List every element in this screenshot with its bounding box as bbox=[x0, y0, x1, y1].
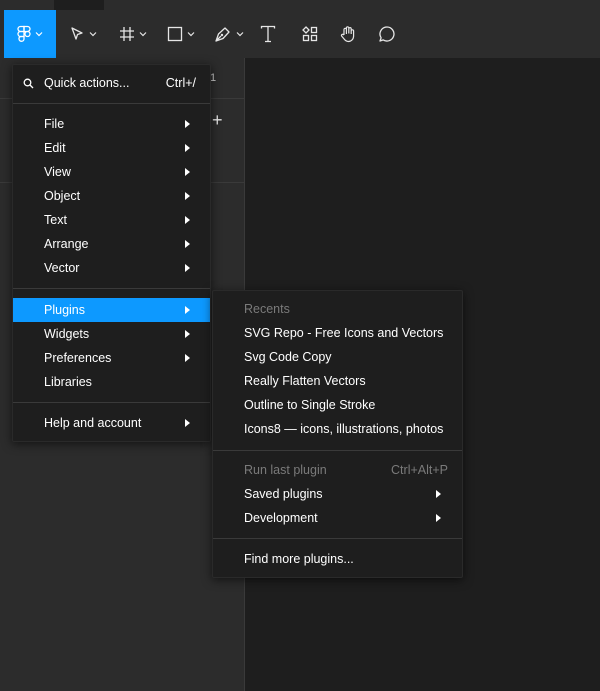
submenu-arrow-icon bbox=[185, 240, 190, 248]
chevron-down-icon bbox=[187, 32, 195, 37]
menu-item-label: Edit bbox=[44, 141, 66, 155]
menu-item-preferences[interactable]: Preferences bbox=[13, 346, 210, 370]
submenu-item-find-more-plugins[interactable]: Find more plugins... bbox=[213, 547, 462, 571]
pen-tool-button[interactable] bbox=[208, 10, 250, 58]
comment-tool-button[interactable] bbox=[372, 10, 402, 58]
menu-item-label: Libraries bbox=[44, 375, 92, 389]
menu-item-quick-actions[interactable]: Quick actions... Ctrl+/ bbox=[13, 71, 210, 95]
rectangle-icon bbox=[167, 26, 183, 42]
menu-item-widgets[interactable]: Widgets bbox=[13, 322, 210, 346]
submenu-arrow-icon bbox=[185, 120, 190, 128]
submenu-item-label: Svg Code Copy bbox=[244, 350, 332, 364]
submenu-item-recent-plugin[interactable]: Svg Code Copy bbox=[213, 345, 462, 369]
plugins-submenu: Recents SVG Repo - Free Icons and Vector… bbox=[212, 290, 463, 578]
main-menu-button[interactable] bbox=[4, 10, 56, 58]
submenu-item-label: Icons8 — icons, illustrations, photos bbox=[244, 422, 444, 436]
submenu-arrow-icon bbox=[185, 168, 190, 176]
pen-icon bbox=[215, 27, 230, 42]
submenu-item-run-last-plugin: Run last plugin Ctrl+Alt+P bbox=[213, 458, 462, 482]
menu-item-label: Help and account bbox=[44, 416, 142, 430]
submenu-arrow-icon bbox=[185, 354, 190, 362]
submenu-arrow-icon bbox=[185, 144, 190, 152]
chevron-down-icon bbox=[236, 32, 244, 37]
submenu-item-label: Find more plugins... bbox=[244, 552, 354, 566]
text-tool-button[interactable] bbox=[254, 10, 282, 58]
menu-item-shortcut: Ctrl+/ bbox=[165, 76, 196, 90]
submenu-arrow-icon bbox=[185, 264, 190, 272]
frame-icon bbox=[120, 27, 134, 41]
toolbar bbox=[0, 10, 600, 59]
menu-item-label: Vector bbox=[44, 261, 80, 275]
submenu-separator bbox=[213, 538, 462, 539]
menu-item-help-and-account[interactable]: Help and account bbox=[13, 411, 210, 435]
submenu-item-shortcut: Ctrl+Alt+P bbox=[391, 463, 448, 477]
submenu-item-label: Really Flatten Vectors bbox=[244, 374, 366, 388]
submenu-item-recent-plugin[interactable]: Really Flatten Vectors bbox=[213, 369, 462, 393]
menu-item-plugins[interactable]: Plugins bbox=[13, 298, 210, 322]
submenu-item-label: Saved plugins bbox=[244, 487, 323, 501]
submenu-separator bbox=[213, 450, 462, 451]
text-icon bbox=[260, 25, 276, 43]
submenu-arrow-icon bbox=[185, 306, 190, 314]
submenu-item-label: SVG Repo - Free Icons and Vectors bbox=[244, 326, 444, 340]
menu-separator bbox=[13, 103, 210, 104]
menu-item-arrange[interactable]: Arrange bbox=[13, 232, 210, 256]
submenu-item-label: Run last plugin bbox=[244, 463, 327, 477]
submenu-item-saved-plugins[interactable]: Saved plugins bbox=[213, 482, 462, 506]
resources-button[interactable] bbox=[296, 10, 324, 58]
chevron-down-icon bbox=[35, 32, 43, 37]
comment-icon bbox=[379, 26, 395, 42]
chevron-down-icon bbox=[139, 32, 147, 37]
menu-item-label: Quick actions... bbox=[44, 76, 130, 90]
menu-item-label: Object bbox=[44, 189, 81, 203]
submenu-item-recent-plugin[interactable]: Outline to Single Stroke bbox=[213, 393, 462, 417]
submenu-arrow-icon bbox=[185, 330, 190, 338]
figma-main-menu-icon bbox=[17, 25, 31, 42]
menu-item-text[interactable]: Text bbox=[13, 208, 210, 232]
menu-item-label: Plugins bbox=[44, 303, 85, 317]
submenu-arrow-icon bbox=[185, 419, 190, 427]
menu-item-vector[interactable]: Vector bbox=[13, 256, 210, 280]
hand-icon bbox=[340, 26, 355, 43]
top-strip-segment bbox=[0, 0, 54, 10]
menu-item-label: Preferences bbox=[44, 351, 112, 365]
menu-item-libraries[interactable]: Libraries bbox=[13, 370, 210, 394]
menu-item-file[interactable]: File bbox=[13, 112, 210, 136]
submenu-arrow-icon bbox=[436, 514, 441, 522]
menu-item-edit[interactable]: Edit bbox=[13, 136, 210, 160]
submenu-arrow-icon bbox=[185, 192, 190, 200]
plus-icon[interactable]: + bbox=[212, 110, 223, 131]
move-tool-button[interactable] bbox=[62, 10, 104, 58]
submenu-item-label: Recents bbox=[244, 302, 290, 316]
submenu-item-label: Development bbox=[244, 511, 318, 525]
menu-item-label: Arrange bbox=[44, 237, 89, 251]
menu-item-object[interactable]: Object bbox=[13, 184, 210, 208]
top-strip bbox=[0, 0, 600, 10]
top-strip-segment bbox=[104, 0, 600, 10]
shape-tool-button[interactable] bbox=[160, 10, 202, 58]
submenu-arrow-icon bbox=[436, 490, 441, 498]
submenu-item-development[interactable]: Development bbox=[213, 506, 462, 530]
resources-icon bbox=[302, 26, 318, 42]
menu-item-label: File bbox=[44, 117, 65, 131]
menu-item-label: View bbox=[44, 165, 71, 179]
chevron-down-icon bbox=[89, 32, 97, 37]
submenu-item-recent-plugin[interactable]: SVG Repo - Free Icons and Vectors bbox=[213, 321, 462, 345]
menu-separator bbox=[13, 288, 210, 289]
search-icon bbox=[23, 78, 34, 88]
hand-tool-button[interactable] bbox=[334, 10, 362, 58]
main-menu: Quick actions... Ctrl+/ File Edit View O… bbox=[12, 64, 211, 442]
menu-item-view[interactable]: View bbox=[13, 160, 210, 184]
submenu-item-label: Outline to Single Stroke bbox=[244, 398, 376, 412]
menu-item-label: Text bbox=[44, 213, 67, 227]
frame-tool-button[interactable] bbox=[112, 10, 154, 58]
submenu-header-recents: Recents bbox=[213, 297, 462, 321]
submenu-item-recent-plugin[interactable]: Icons8 — icons, illustrations, photos bbox=[213, 417, 462, 441]
move-pointer-icon bbox=[71, 27, 83, 40]
menu-item-label: Widgets bbox=[44, 327, 90, 341]
menu-separator bbox=[13, 402, 210, 403]
submenu-arrow-icon bbox=[185, 216, 190, 224]
